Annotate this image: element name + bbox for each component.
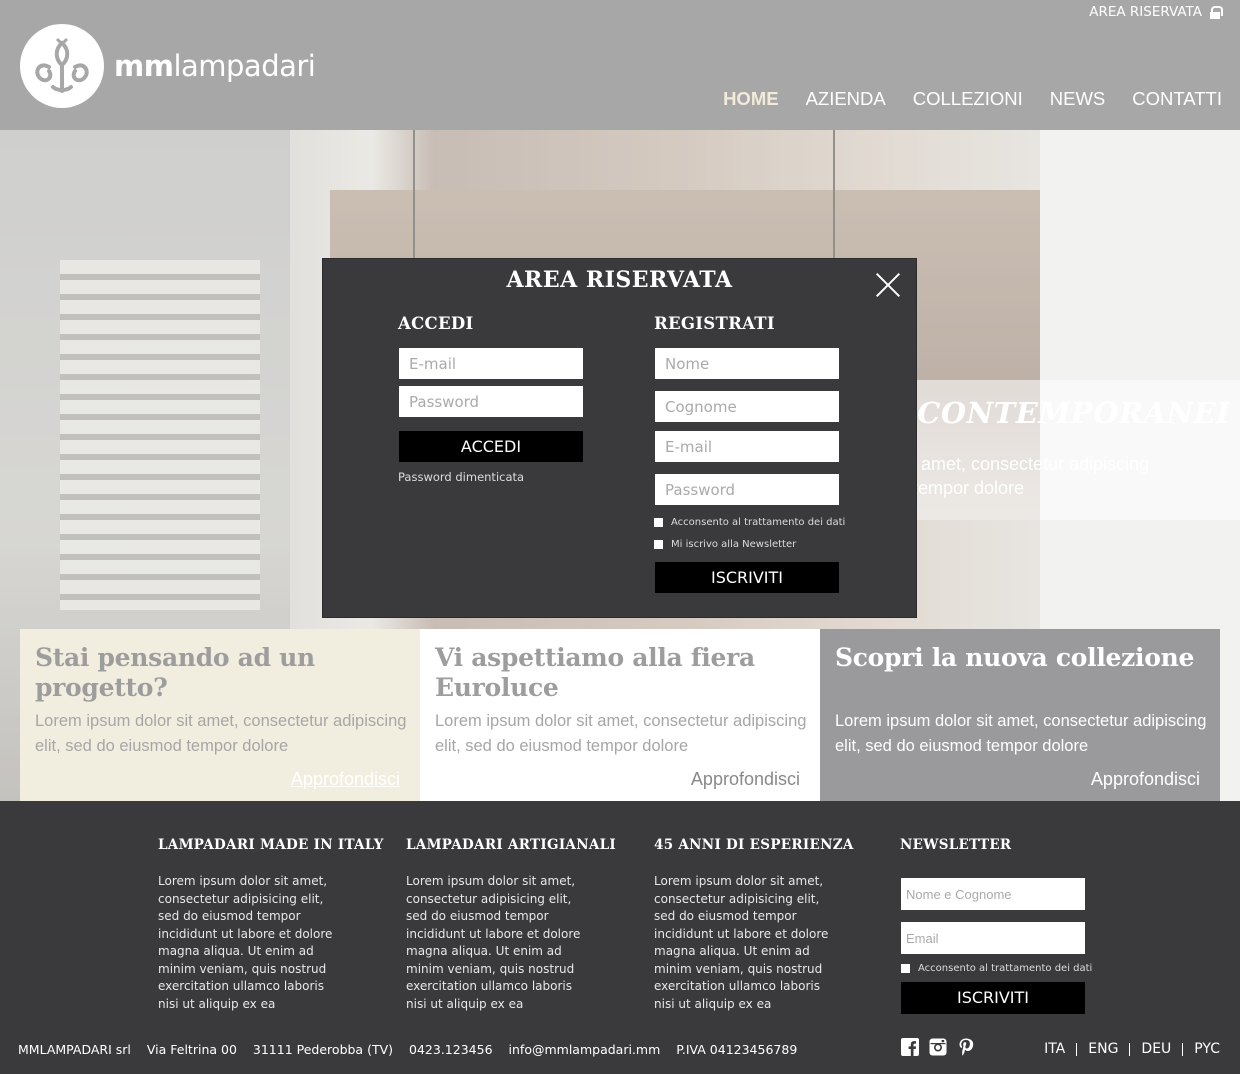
register-email-field[interactable] [655,431,839,462]
card-collection: Scopri la nuova collezione Lorem ipsum d… [820,629,1220,801]
company-phone[interactable]: 0423.123456 [409,1042,493,1057]
site-footer: LAMPADARI MADE IN ITALY Lorem ipsum dolo… [0,801,1240,1074]
social-links [901,1038,975,1056]
newsletter-subscribe-button[interactable]: ISCRIVITI [901,982,1085,1014]
register-button[interactable]: ISCRIVITI [655,562,839,593]
newsletter-consent-label: Acconsento al trattamento dei dati [918,963,1093,974]
footer-column-title: LAMPADARI MADE IN ITALY [158,837,384,853]
card-title: Vi aspettiamo alla fiera Euroluce [435,643,755,702]
footer-column-text: Lorem ipsum dolor sit amet, consectetur … [158,874,333,1011]
card-project: Stai pensando ad un progetto? Lorem ipsu… [20,629,420,801]
site-header: mmlampadari AREA RISERVATA HOME AZIENDA … [0,0,1240,130]
main-nav: HOME AZIENDA COLLEZIONI NEWS CONTATTI [723,88,1222,110]
company-name: MMLAMPADARI srl [18,1042,131,1057]
card-title: Scopri la nuova collezione [835,643,1195,672]
pinterest-icon[interactable] [957,1038,975,1056]
register-title: REGISTRATI [654,314,775,333]
close-icon[interactable] [874,271,902,299]
lang-pyc[interactable]: PYC [1183,1041,1220,1057]
lang-ita[interactable]: ITA [1033,1041,1076,1057]
footer-column-title: 45 ANNI DI ESPERIENZA [654,837,854,853]
forgot-password-link[interactable]: Password dimenticata [398,470,524,484]
logo-text: mmlampadari [114,49,316,83]
logo[interactable]: mmlampadari [20,24,316,108]
reserved-area-label: AREA RISERVATA [1089,4,1202,20]
nav-azienda[interactable]: AZIENDA [806,88,886,110]
login-email-field[interactable] [399,348,583,379]
reserved-area-link[interactable]: AREA RISERVATA [1089,4,1223,20]
newsletter-consent-row: Acconsento al trattamento dei dati [901,963,1092,974]
register-surname-field[interactable] [655,391,839,422]
hero-banner-text: sit amet, consectetur adipiscing d tempo… [898,454,1150,498]
footer-column: LAMPADARI MADE IN ITALY Lorem ipsum dolo… [158,837,384,1013]
lang-eng[interactable]: ENG [1077,1041,1129,1057]
company-email[interactable]: info@mmlampadari.mm [509,1042,661,1057]
login-title: ACCEDI [398,314,474,333]
footer-column: LAMPADARI ARTIGIANALI Lorem ipsum dolor … [406,837,617,1013]
newsletter-row: Mi iscrivo alla Newsletter [654,539,796,550]
footer-column-text: Lorem ipsum dolor sit amet, consectetur … [654,874,829,1011]
newsletter-name-field[interactable] [901,878,1085,910]
lock-icon [1210,5,1223,19]
card-link[interactable]: Approfondisci [1091,769,1200,790]
newsletter-title: NEWSLETTER [900,837,1012,853]
footer-column-title: LAMPADARI ARTIGIANALI [406,837,617,853]
login-button[interactable]: ACCEDI [399,431,583,462]
modal-title: AREA RISERVATA [506,267,733,293]
card-text: Lorem ipsum dolor sit amet, consectetur … [35,712,407,755]
nav-collezioni[interactable]: COLLEZIONI [913,88,1023,110]
instagram-icon[interactable] [929,1038,947,1056]
consent-label: Acconsento al trattamento dei dati [671,517,846,528]
register-password-field[interactable] [655,474,839,505]
card-link[interactable]: Approfondisci [291,769,400,790]
company-vat: P.IVA 04123456789 [676,1042,798,1057]
footer-column-text: Lorem ipsum dolor sit amet, consectetur … [406,874,581,1011]
hero-banner-title: RI CONTEMPORANEI [868,396,1231,430]
newsletter-consent-checkbox[interactable] [901,964,910,973]
card-text: Lorem ipsum dolor sit amet, consectetur … [835,712,1207,755]
register-name-field[interactable] [655,348,839,379]
company-city: 31111 Pederobba (TV) [252,1042,394,1057]
language-selector: ITA ENG DEU PYC [1033,1041,1220,1057]
card-fair: Vi aspettiamo alla fiera Euroluce Lorem … [420,629,820,801]
newsletter-checkbox[interactable] [654,540,663,549]
hero-banner: RI CONTEMPORANEI sit amet, consectetur a… [860,380,1240,520]
facebook-icon[interactable] [901,1038,919,1056]
footer-column: 45 ANNI DI ESPERIENZA Lorem ipsum dolor … [654,837,854,1013]
company-address: Via Feltrina 00 [146,1042,237,1057]
nav-news[interactable]: NEWS [1050,88,1106,110]
newsletter-label: Mi iscrivo alla Newsletter [671,539,797,550]
newsletter-email-field[interactable] [901,922,1085,954]
card-title: Stai pensando ad un progetto? [35,643,315,702]
logo-emblem-icon [20,24,104,108]
consent-row: Acconsento al trattamento dei dati [654,517,845,528]
consent-checkbox[interactable] [654,518,663,527]
lang-deu[interactable]: DEU [1130,1041,1182,1057]
card-text: Lorem ipsum dolor sit amet, consectetur … [435,712,807,755]
reserved-area-modal: AREA RISERVATA ACCEDI ACCEDI Password di… [322,258,917,618]
login-password-field[interactable] [399,386,583,417]
card-link[interactable]: Approfondisci [691,769,800,790]
company-info: MMLAMPADARI srl Via Feltrina 00 31111 Pe… [18,1042,797,1057]
nav-contatti[interactable]: CONTATTI [1132,88,1222,110]
nav-home[interactable]: HOME [723,88,779,110]
